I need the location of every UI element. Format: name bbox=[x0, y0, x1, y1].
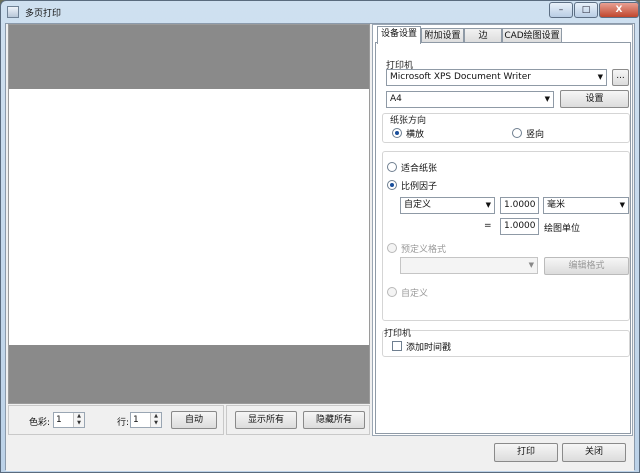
preview-page bbox=[9, 89, 369, 345]
predefined-format-radio[interactable] bbox=[387, 243, 397, 253]
hide-all-button[interactable]: 隐藏所有 bbox=[303, 411, 365, 429]
page-grid-controls: 色彩: 1 ▲ ▼ 行: 1 ▲ ▼ 自动 bbox=[8, 405, 224, 435]
drawing-units-input[interactable]: 1.0000 bbox=[500, 218, 539, 235]
scale-mode-value: 自定义 bbox=[404, 200, 432, 210]
scale-mode-select[interactable]: 自定义 ▼ bbox=[400, 197, 495, 214]
printer-value: Microsoft XPS Document Writer bbox=[390, 72, 531, 82]
spinner-arrows-icon[interactable]: ▲ ▼ bbox=[150, 413, 161, 427]
tab-margins[interactable]: 边 bbox=[464, 28, 502, 43]
printer-select[interactable]: Microsoft XPS Document Writer ▼ bbox=[386, 69, 607, 86]
tab-device-settings[interactable]: 设备设置 bbox=[377, 26, 421, 44]
orientation-title: 纸张方向 bbox=[390, 116, 427, 126]
close-button[interactable]: 关闭 bbox=[562, 443, 626, 462]
printer-stamp-title: 打印机 bbox=[384, 329, 412, 339]
predefined-format-label: 预定义格式 bbox=[401, 245, 447, 255]
row-label: 行: bbox=[117, 418, 130, 428]
browse-printer-button[interactable]: ... bbox=[612, 69, 629, 86]
chevron-down-icon: ▼ bbox=[597, 73, 603, 81]
title-bar[interactable]: 多页打印 – □ X bbox=[1, 1, 639, 23]
landscape-label: 横放 bbox=[406, 130, 425, 140]
print-button[interactable]: 打印 bbox=[494, 443, 558, 462]
tab-additional-settings[interactable]: 附加设置 bbox=[421, 28, 464, 43]
spinner-arrows-icon[interactable]: ▲ ▼ bbox=[73, 413, 84, 427]
fit-paper-radio[interactable] bbox=[387, 162, 397, 172]
drawing-units-label: 绘图单位 bbox=[544, 224, 581, 234]
visibility-controls: 显示所有 隐藏所有 bbox=[226, 405, 370, 435]
add-timestamp-label: 添加时间戳 bbox=[406, 343, 452, 353]
window-title: 多页打印 bbox=[25, 9, 62, 19]
scale-factor-input[interactable]: 1.0000 bbox=[500, 197, 539, 214]
portrait-radio[interactable] bbox=[512, 128, 522, 138]
portrait-label: 竖向 bbox=[526, 130, 545, 140]
row-value: 1 bbox=[133, 415, 139, 425]
window-app-icon bbox=[7, 6, 19, 18]
dialog-client: 色彩: 1 ▲ ▼ 行: 1 ▲ ▼ 自动 显示所有 隐藏所有 设备设置 附加设置 … bbox=[5, 23, 635, 471]
device-settings-page: 打印机 Microsoft XPS Document Writer ▼ ... … bbox=[375, 42, 631, 434]
color-label: 色彩: bbox=[29, 418, 51, 428]
tab-cad-settings[interactable]: CAD绘图设置 bbox=[502, 28, 562, 43]
print-preview-area[interactable] bbox=[8, 24, 370, 404]
paper-size-value: A4 bbox=[390, 94, 402, 104]
close-window-button[interactable]: X bbox=[599, 2, 639, 18]
custom-label: 自定义 bbox=[401, 289, 429, 299]
color-value: 1 bbox=[56, 415, 62, 425]
chevron-down-icon: ▼ bbox=[528, 261, 534, 269]
unit-value: 毫米 bbox=[547, 200, 566, 210]
printer-setup-button[interactable]: 设置 bbox=[560, 90, 629, 108]
print-window: 多页打印 – □ X 色彩: 1 ▲ ▼ 行: 1 ▲ ▼ 自动 显示所有 隐藏所有 bbox=[0, 0, 640, 473]
row-spinner[interactable]: 1 ▲ ▼ bbox=[130, 412, 162, 428]
settings-panel: 设备设置 附加设置 边 CAD绘图设置 打印机 Microsoft XPS Do… bbox=[372, 24, 633, 436]
color-spinner[interactable]: 1 ▲ ▼ bbox=[53, 412, 85, 428]
dialog-footer: 打印 关闭 bbox=[6, 436, 634, 471]
scale-factor-label: 比例因子 bbox=[401, 182, 438, 192]
maximize-button[interactable]: □ bbox=[574, 2, 598, 18]
unit-select[interactable]: 毫米 ▼ bbox=[543, 197, 629, 214]
show-all-button[interactable]: 显示所有 bbox=[235, 411, 297, 429]
predefined-format-select[interactable]: ▼ bbox=[400, 257, 538, 274]
equals-sign: = bbox=[484, 221, 492, 231]
chevron-down-icon: ▼ bbox=[544, 95, 550, 103]
custom-radio[interactable] bbox=[387, 287, 397, 297]
auto-button[interactable]: 自动 bbox=[171, 411, 217, 429]
chevron-down-icon: ▼ bbox=[619, 201, 625, 209]
fit-paper-label: 适合纸张 bbox=[401, 164, 438, 174]
landscape-radio[interactable] bbox=[392, 128, 402, 138]
scale-factor-radio[interactable] bbox=[387, 180, 397, 190]
paper-size-select[interactable]: A4 ▼ bbox=[386, 91, 554, 108]
chevron-down-icon: ▼ bbox=[485, 201, 491, 209]
edit-format-button[interactable]: 编辑格式 bbox=[544, 257, 629, 275]
add-timestamp-checkbox[interactable] bbox=[392, 341, 402, 351]
minimize-button[interactable]: – bbox=[549, 2, 573, 18]
